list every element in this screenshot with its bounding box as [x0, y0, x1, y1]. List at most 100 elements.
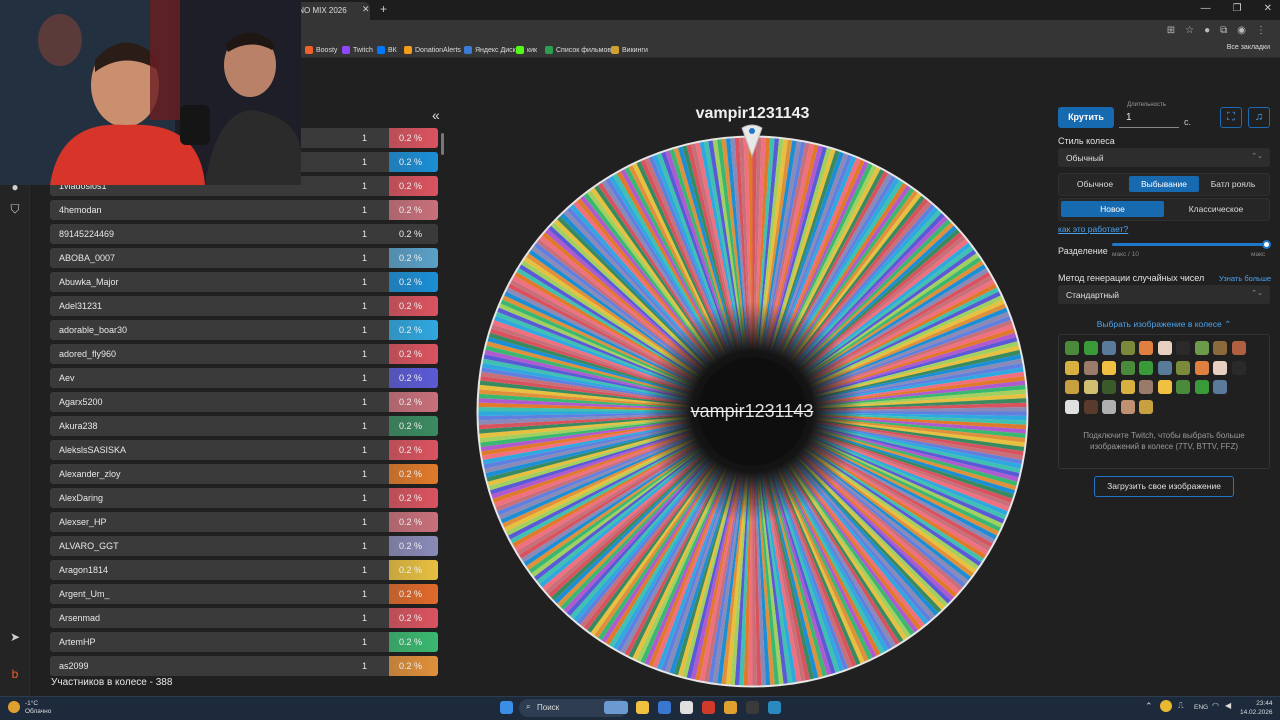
- emote-option[interactable]: [1157, 341, 1172, 355]
- emote-option[interactable]: [1083, 380, 1098, 394]
- wheel-style-select[interactable]: Обычный ⌃⌄: [1058, 148, 1270, 167]
- rng-select[interactable]: Стандартный ⌃⌄: [1058, 285, 1270, 304]
- emote-option[interactable]: [1157, 360, 1172, 375]
- emote-option[interactable]: [1213, 380, 1227, 394]
- participant-row[interactable]: ArtemHP 1 0.2 %: [50, 632, 438, 652]
- tray-chevron-icon[interactable]: ⌃: [1145, 701, 1153, 712]
- upload-image-button[interactable]: Загрузить свое изображение: [1094, 476, 1234, 497]
- bookmark-item[interactable]: Twitch: [342, 44, 373, 56]
- emote-option[interactable]: [1102, 360, 1116, 375]
- list-scrollbar[interactable]: [441, 133, 444, 155]
- bookmark-item[interactable]: Список фильмов: [545, 44, 611, 56]
- participant-row[interactable]: ABOBA_0007 1 0.2 %: [50, 248, 438, 268]
- obs-icon[interactable]: [746, 701, 759, 714]
- bookmark-item[interactable]: Викинги: [611, 44, 648, 56]
- participant-row[interactable]: Argent_Um_ 1 0.2 %: [50, 584, 438, 604]
- participant-row[interactable]: as2099 1 0.2 %: [50, 656, 438, 676]
- participant-row[interactable]: Abuwka_Major 1 0.2 %: [50, 272, 438, 292]
- participant-row[interactable]: Alexser_HP 1 0.2 %: [50, 512, 438, 532]
- weather-widget[interactable]: -1°C Облачно: [25, 700, 51, 716]
- fullscreen-button[interactable]: ⛶: [1220, 107, 1242, 128]
- mode-battle-royale[interactable]: Батл рояль: [1201, 176, 1265, 192]
- opera-icon[interactable]: [702, 701, 715, 714]
- music-button[interactable]: ♫: [1248, 107, 1270, 128]
- translate-icon[interactable]: ⊞: [1167, 25, 1175, 36]
- app-icon[interactable]: [768, 701, 781, 714]
- emote-option[interactable]: [1120, 360, 1135, 375]
- minimize-icon[interactable]: —: [1201, 3, 1211, 14]
- emote-option[interactable]: [1213, 341, 1227, 355]
- start-icon[interactable]: [500, 701, 513, 714]
- all-bookmarks-link[interactable]: Все закладки: [1227, 44, 1270, 51]
- star-icon[interactable]: ☆: [1185, 25, 1194, 36]
- emote-option[interactable]: [1139, 341, 1153, 355]
- telegram-icon[interactable]: ➤: [8, 630, 22, 644]
- chrome-icon[interactable]: [724, 701, 737, 714]
- emote-option[interactable]: [1194, 341, 1209, 355]
- extension-icon[interactable]: ●: [1204, 25, 1210, 36]
- store-icon[interactable]: [658, 701, 671, 714]
- participant-row[interactable]: Akura238 1 0.2 %: [50, 416, 438, 436]
- calculator-icon[interactable]: [680, 701, 693, 714]
- emote-option[interactable]: [1176, 360, 1190, 375]
- emote-option[interactable]: [1176, 380, 1190, 394]
- how-it-works-link[interactable]: как это работает?: [1058, 224, 1128, 234]
- emote-option[interactable]: [1231, 341, 1246, 355]
- participant-row[interactable]: Agarx5200 1 0.2 %: [50, 392, 438, 412]
- emote-option[interactable]: [1157, 380, 1172, 394]
- participant-row[interactable]: 89145224469 1 0.2 %: [50, 224, 438, 244]
- shield-icon[interactable]: ⛉: [8, 202, 22, 216]
- mode-elimination[interactable]: Выбывание: [1129, 176, 1199, 192]
- participant-row[interactable]: 4hemodan 1 0.2 %: [50, 200, 438, 220]
- tray-app-icon[interactable]: [1160, 700, 1172, 712]
- rng-learn-more-link[interactable]: Узнать больше: [1219, 274, 1271, 283]
- spin-button[interactable]: Крутить: [1058, 107, 1114, 128]
- participant-row[interactable]: Aev 1 0.2 %: [50, 368, 438, 388]
- participant-row[interactable]: AlexDaring 1 0.2 %: [50, 488, 438, 508]
- file-explorer-icon[interactable]: [636, 701, 649, 714]
- participant-row[interactable]: Aragon1814 1 0.2 %: [50, 560, 438, 580]
- emote-option[interactable]: [1139, 399, 1153, 414]
- emote-option[interactable]: [1065, 399, 1079, 414]
- emote-option[interactable]: [1194, 360, 1209, 375]
- browser-tab-active[interactable]: INO MIX 2026: [290, 2, 370, 20]
- wifi-icon[interactable]: ◠: [1212, 701, 1219, 710]
- emote-option[interactable]: [1120, 341, 1135, 355]
- collapse-list-icon[interactable]: «: [432, 107, 440, 123]
- bookmark-item[interactable]: Boosty: [305, 44, 337, 56]
- extensions-puzzle-icon[interactable]: ⧉: [1220, 25, 1227, 36]
- choose-image-toggle[interactable]: Выбрать изображение в колесе ⌃: [1058, 319, 1270, 330]
- emote-option[interactable]: [1139, 360, 1153, 375]
- maximize-icon[interactable]: ❐: [1233, 3, 1242, 14]
- emote-option[interactable]: [1139, 380, 1153, 394]
- emote-option[interactable]: [1065, 360, 1079, 375]
- emote-option[interactable]: [1065, 341, 1079, 355]
- variant-new[interactable]: Новое: [1061, 201, 1164, 217]
- profile-icon[interactable]: ◉: [1237, 25, 1246, 36]
- close-window-icon[interactable]: ✕: [1264, 3, 1272, 14]
- emote-option[interactable]: [1083, 341, 1098, 355]
- participant-row[interactable]: Arsenmad 1 0.2 %: [50, 608, 438, 628]
- emote-option[interactable]: [1102, 380, 1116, 394]
- emote-option[interactable]: [1083, 360, 1098, 375]
- bookmark-item[interactable]: Яндекс Диск: [464, 44, 516, 56]
- variant-classic[interactable]: Классическое: [1166, 201, 1266, 217]
- emote-option[interactable]: [1213, 360, 1227, 375]
- bookmark-item[interactable]: DonationAlerts: [404, 44, 461, 56]
- boosty-icon[interactable]: b: [8, 667, 22, 681]
- emote-option[interactable]: [1120, 380, 1135, 394]
- emote-option[interactable]: [1102, 341, 1116, 355]
- mode-normal[interactable]: Обычное: [1064, 176, 1126, 192]
- split-slider-track[interactable]: [1112, 243, 1268, 246]
- bookmark-item[interactable]: ВК: [377, 44, 397, 56]
- emote-option[interactable]: [1065, 380, 1079, 394]
- participant-row[interactable]: Alexander_zloy 1 0.2 %: [50, 464, 438, 484]
- network-tray-icon[interactable]: ⎍: [1178, 701, 1184, 711]
- participant-row[interactable]: adored_fly960 1 0.2 %: [50, 344, 438, 364]
- volume-icon[interactable]: ◀: [1225, 701, 1231, 710]
- new-tab-icon[interactable]: +: [380, 2, 387, 16]
- bookmark-item[interactable]: кик: [516, 44, 537, 56]
- participant-row[interactable]: adorable_boar30 1 0.2 %: [50, 320, 438, 340]
- widgets-icon[interactable]: [604, 701, 628, 714]
- clock[interactable]: 23:44 14.02.2026: [1240, 699, 1273, 717]
